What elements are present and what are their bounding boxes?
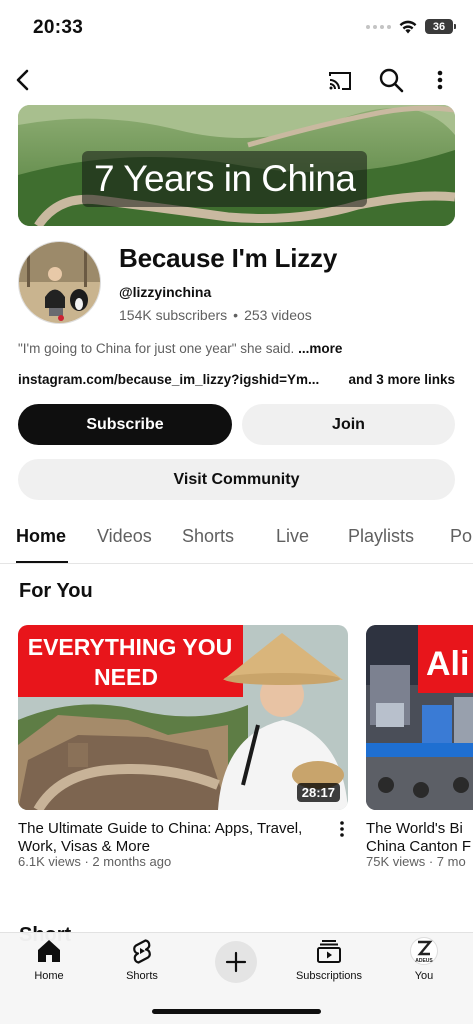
nav-shorts-label: Shorts <box>126 970 158 982</box>
visit-community-button[interactable]: Visit Community <box>18 459 455 500</box>
video-more-icon[interactable] <box>336 820 348 838</box>
subscriptions-icon <box>317 940 341 963</box>
channel-banner: 7 Years in China <box>18 105 455 226</box>
wifi-icon <box>399 20 417 33</box>
description-text: "I'm going to China for just one year" s… <box>18 341 295 356</box>
search-icon[interactable] <box>377 66 405 94</box>
battery-icon: 36 <box>425 19 456 34</box>
video-title[interactable]: The Ultimate Guide to China: Apps, Trave… <box>18 820 318 856</box>
status-bar: 20:33 36 <box>0 0 473 54</box>
signal-icon <box>366 24 391 29</box>
back-arrow-icon[interactable] <box>10 66 38 94</box>
top-bar <box>0 58 473 102</box>
active-tab-indicator <box>16 561 68 563</box>
join-button[interactable]: Join <box>242 404 455 445</box>
video-title[interactable]: The World's Bi China Canton F <box>366 820 473 856</box>
svg-text:EVERYTHING YOU: EVERYTHING YOU <box>28 634 232 660</box>
nav-shorts[interactable]: Shorts <box>97 937 187 982</box>
nav-you[interactable]: ADEUS You <box>379 937 469 982</box>
channel-name: Because I'm Lizzy <box>119 243 338 273</box>
nav-home-label: Home <box>34 970 64 982</box>
tab-posts[interactable]: Po <box>450 526 472 547</box>
video-thumbnail[interactable]: EVERYTHING YOU NEED 28:17 <box>18 625 348 810</box>
status-indicators: 36 <box>366 19 456 34</box>
video-card[interactable]: EVERYTHING YOU NEED 28:17 The Ultimate G… <box>18 625 348 875</box>
tab-home[interactable]: Home <box>16 526 66 547</box>
subscribe-button[interactable]: Subscribe <box>18 404 232 445</box>
home-icon <box>38 940 60 962</box>
status-time: 20:33 <box>33 17 84 38</box>
section-title: For You <box>19 580 93 602</box>
nav-subscriptions[interactable]: Subscriptions <box>284 937 374 982</box>
plus-icon <box>225 951 247 973</box>
channel-description[interactable]: "I'm going to China for just one year" s… <box>18 341 342 356</box>
video-thumbnail[interactable]: Ali <box>366 625 473 810</box>
video-count: 253 videos <box>244 307 312 323</box>
nav-subscriptions-label: Subscriptions <box>295 970 363 982</box>
tab-shorts[interactable]: Shorts <box>182 526 234 547</box>
more-options-icon[interactable] <box>428 66 452 94</box>
profile-avatar: ADEUS <box>410 937 438 965</box>
tab-videos[interactable]: Videos <box>97 526 152 547</box>
profile-avatar-text: ADEUS <box>415 958 433 964</box>
svg-text:NEED: NEED <box>94 664 158 690</box>
svg-text:Ali: Ali <box>426 645 469 683</box>
tab-live[interactable]: Live <box>276 526 309 547</box>
channel-links: instagram.com/because_im_lizzy?igshid=Ym… <box>18 372 455 387</box>
video-meta: 75K views · 7 mo <box>366 854 466 869</box>
more-links[interactable]: and 3 more links <box>348 372 455 387</box>
channel-stats: 154K subscribers • 253 videos <box>119 307 312 323</box>
cast-icon[interactable] <box>326 67 354 95</box>
profile-logo-icon <box>417 940 433 956</box>
banner-title: 7 Years in China <box>82 151 368 207</box>
nav-you-label: You <box>414 970 434 982</box>
video-duration: 28:17 <box>296 783 340 802</box>
channel-link[interactable]: instagram.com/because_im_lizzy?igshid=Ym… <box>18 372 319 387</box>
channel-handle: @lizzyinchina <box>119 284 212 300</box>
shorts-icon <box>133 939 151 964</box>
video-meta: 6.1K views · 2 months ago <box>18 854 172 869</box>
tab-playlists[interactable]: Playlists <box>348 526 414 547</box>
channel-avatar[interactable] <box>18 241 101 324</box>
home-indicator <box>152 1009 321 1014</box>
channel-tabs: Home Videos Shorts Live Playlists Po <box>0 516 473 564</box>
subscriber-count: 154K subscribers <box>119 307 228 323</box>
description-more-link[interactable]: ...more <box>298 341 342 356</box>
nav-home[interactable]: Home <box>4 937 94 982</box>
video-card[interactable]: Ali The World's Bi China Canton F 75K vi… <box>366 625 473 875</box>
create-button[interactable] <box>215 941 257 983</box>
